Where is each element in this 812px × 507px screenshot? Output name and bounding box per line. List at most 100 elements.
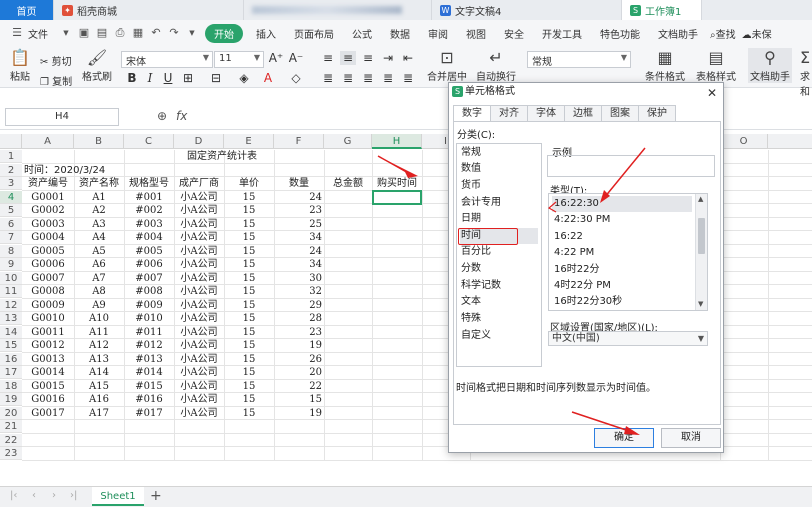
- type-list-scrollbar[interactable]: ▲ ▼: [695, 194, 707, 310]
- menu-developer[interactable]: 开发工具: [533, 26, 591, 41]
- font-size-select[interactable]: 11 ▼: [214, 51, 264, 68]
- table-cell[interactable]: 小A公司: [174, 299, 224, 312]
- header-cell[interactable]: 数量: [274, 177, 324, 190]
- undo-icon[interactable]: ↶: [150, 27, 162, 39]
- conditional-format-button[interactable]: ▦ 条件格式: [641, 48, 689, 83]
- menu-start[interactable]: 开始: [205, 23, 243, 43]
- cut-button[interactable]: ✂ 剪切: [40, 53, 72, 68]
- table-cell[interactable]: 小A公司: [174, 231, 224, 244]
- column-header[interactable]: E: [224, 134, 274, 149]
- column-header-selected[interactable]: H: [372, 134, 422, 149]
- table-cell[interactable]: 23: [274, 326, 324, 339]
- font-color-icon[interactable]: A: [260, 71, 276, 85]
- doc-helper-button[interactable]: ⚲ 文档助手: [748, 48, 792, 83]
- zoom-icon[interactable]: ⊕: [157, 109, 167, 123]
- table-cell[interactable]: 15: [224, 299, 274, 312]
- column-header[interactable]: D: [174, 134, 224, 149]
- table-cell[interactable]: 小A公司: [174, 245, 224, 258]
- copy-button[interactable]: ❐ 复制: [40, 73, 72, 88]
- row-header[interactable]: 13: [0, 312, 22, 325]
- paint-bucket-icon[interactable]: ◈: [236, 71, 252, 85]
- table-cell[interactable]: A11: [74, 326, 124, 339]
- table-cell[interactable]: #008: [124, 285, 174, 298]
- table-cell[interactable]: #012: [124, 339, 174, 352]
- table-cell[interactable]: 15: [224, 218, 274, 231]
- name-box[interactable]: H4: [5, 108, 119, 126]
- header-cell[interactable]: 规格型号: [124, 177, 174, 190]
- table-cell[interactable]: A7: [74, 272, 124, 285]
- table-cell[interactable]: #004: [124, 231, 174, 244]
- category-list[interactable]: 常规 数值 货币 会计专用 日期 时间 百分比 分数 科学记数 文本 特殊 自定…: [456, 143, 542, 367]
- table-cell[interactable]: 25: [274, 218, 324, 231]
- table-cell[interactable]: G0006: [22, 258, 74, 271]
- table-cell[interactable]: 28: [274, 312, 324, 325]
- row-header[interactable]: 23: [0, 447, 22, 460]
- table-cell[interactable]: 19: [274, 339, 324, 352]
- table-cell[interactable]: G0001: [22, 191, 74, 204]
- list-item[interactable]: 日期: [460, 211, 538, 227]
- header-cell[interactable]: 成产厂商: [174, 177, 224, 190]
- redo-icon[interactable]: ↷: [168, 27, 180, 39]
- table-cell[interactable]: 小A公司: [174, 407, 224, 420]
- table-cell[interactable]: 24: [274, 191, 324, 204]
- fx-icon[interactable]: fx: [176, 109, 187, 123]
- row-header[interactable]: 7: [0, 231, 22, 244]
- table-cell[interactable]: 小A公司: [174, 353, 224, 366]
- export-icon[interactable]: ▤: [96, 27, 108, 39]
- table-cell[interactable]: #002: [124, 204, 174, 217]
- table-cell[interactable]: A5: [74, 245, 124, 258]
- tab-font[interactable]: 字体: [527, 105, 565, 121]
- chevron-down-icon[interactable]: ▼: [60, 27, 72, 39]
- table-cell[interactable]: A2: [74, 204, 124, 217]
- table-cell[interactable]: 小A公司: [174, 258, 224, 271]
- number-format-select[interactable]: 常规 ▼: [527, 51, 631, 68]
- list-item[interactable]: 常规: [460, 145, 538, 161]
- list-item[interactable]: 文本: [460, 294, 538, 310]
- table-cell[interactable]: A8: [74, 285, 124, 298]
- column-header[interactable]: C: [124, 134, 174, 149]
- row-header[interactable]: 20: [0, 406, 22, 420]
- row-header[interactable]: 8: [0, 244, 22, 258]
- table-cell[interactable]: 32: [274, 285, 324, 298]
- table-cell[interactable]: 小A公司: [174, 380, 224, 393]
- menu-review[interactable]: 审阅: [419, 26, 457, 41]
- table-cell[interactable]: 15: [224, 407, 274, 420]
- tab-writer-doc[interactable]: W 文字文稿4: [432, 0, 622, 20]
- save-icon[interactable]: ▣: [78, 27, 90, 39]
- row-header[interactable]: 19: [0, 393, 22, 406]
- menu-doc-helper[interactable]: 文档助手: [649, 26, 707, 41]
- list-item[interactable]: 4:22:30 PM: [552, 212, 692, 228]
- column-header[interactable]: A: [22, 134, 74, 149]
- list-item[interactable]: 科学记数: [460, 278, 538, 294]
- header-cell[interactable]: 资产编号: [22, 177, 74, 190]
- print-icon[interactable]: ⎙: [114, 27, 126, 39]
- dialog-title-bar[interactable]: S 单元格格式 ✕: [449, 83, 723, 101]
- align-right-icon[interactable]: ≣: [360, 71, 376, 85]
- shrink-font-icon[interactable]: A⁻: [288, 51, 304, 65]
- table-cell[interactable]: 小A公司: [174, 285, 224, 298]
- row-header[interactable]: 18: [0, 379, 22, 393]
- date-cell[interactable]: 时间：2020/3/24: [24, 164, 174, 177]
- format-painter-button[interactable]: 🖌 格式刷: [80, 48, 114, 83]
- tab-docer-store[interactable]: ✦ 稻壳商城: [54, 0, 244, 20]
- table-cell[interactable]: A15: [74, 380, 124, 393]
- align-left-icon[interactable]: ≣: [320, 71, 336, 85]
- table-cell[interactable]: 15: [224, 380, 274, 393]
- column-header[interactable]: O: [720, 134, 768, 149]
- first-sheet-icon[interactable]: |‹: [10, 490, 17, 501]
- unsaved-status[interactable]: ☁未保: [739, 26, 775, 41]
- list-item[interactable]: 自定义: [460, 328, 538, 344]
- merge-center-button[interactable]: ⊡ 合并居中: [425, 48, 469, 83]
- table-cell[interactable]: 小A公司: [174, 191, 224, 204]
- column-header[interactable]: G: [324, 134, 372, 149]
- table-cell[interactable]: G0008: [22, 285, 74, 298]
- region-select[interactable]: 中文(中国) ▼: [548, 331, 708, 346]
- table-cell[interactable]: A12: [74, 339, 124, 352]
- table-cell[interactable]: 23: [274, 204, 324, 217]
- header-cell[interactable]: 资产名称: [74, 177, 124, 190]
- tab-blurred[interactable]: [244, 0, 432, 20]
- prev-sheet-icon[interactable]: ‹: [32, 490, 36, 501]
- chevron-down-icon[interactable]: ▼: [186, 27, 198, 39]
- menu-data[interactable]: 数据: [381, 26, 419, 41]
- table-cell[interactable]: G0005: [22, 245, 74, 258]
